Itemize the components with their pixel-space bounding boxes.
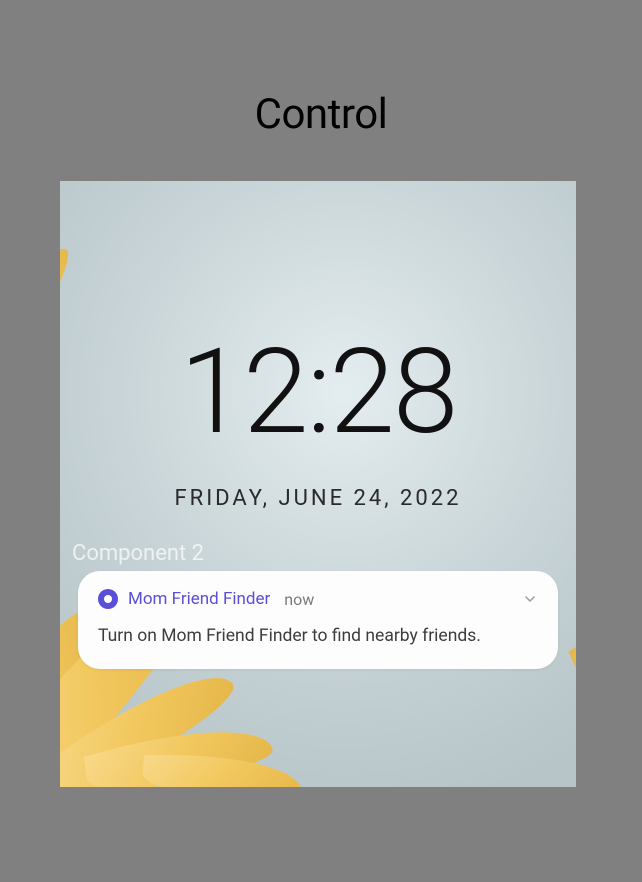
page-title: Control	[0, 90, 642, 139]
component-label: Component 2	[72, 541, 204, 566]
chevron-down-icon[interactable]	[522, 591, 538, 607]
lockscreen-preview: 12:28 FRIDAY, JUNE 24, 2022 Component 2 …	[60, 181, 576, 787]
notification-app-name: Mom Friend Finder	[128, 589, 270, 609]
notification-message: Turn on Mom Friend Finder to find nearby…	[98, 625, 538, 649]
wallpaper-leaf	[140, 755, 304, 787]
notification-timestamp: now	[284, 590, 314, 609]
lockscreen-time: 12:28	[60, 333, 576, 451]
lockscreen-date: FRIDAY, JUNE 24, 2022	[60, 486, 576, 511]
wallpaper	[60, 181, 576, 787]
notification-card[interactable]: Mom Friend Finder now Turn on Mom Friend…	[78, 571, 558, 669]
wallpaper-leaf	[568, 623, 576, 787]
notification-header: Mom Friend Finder now	[98, 589, 538, 609]
circle-dot-icon	[98, 589, 118, 609]
